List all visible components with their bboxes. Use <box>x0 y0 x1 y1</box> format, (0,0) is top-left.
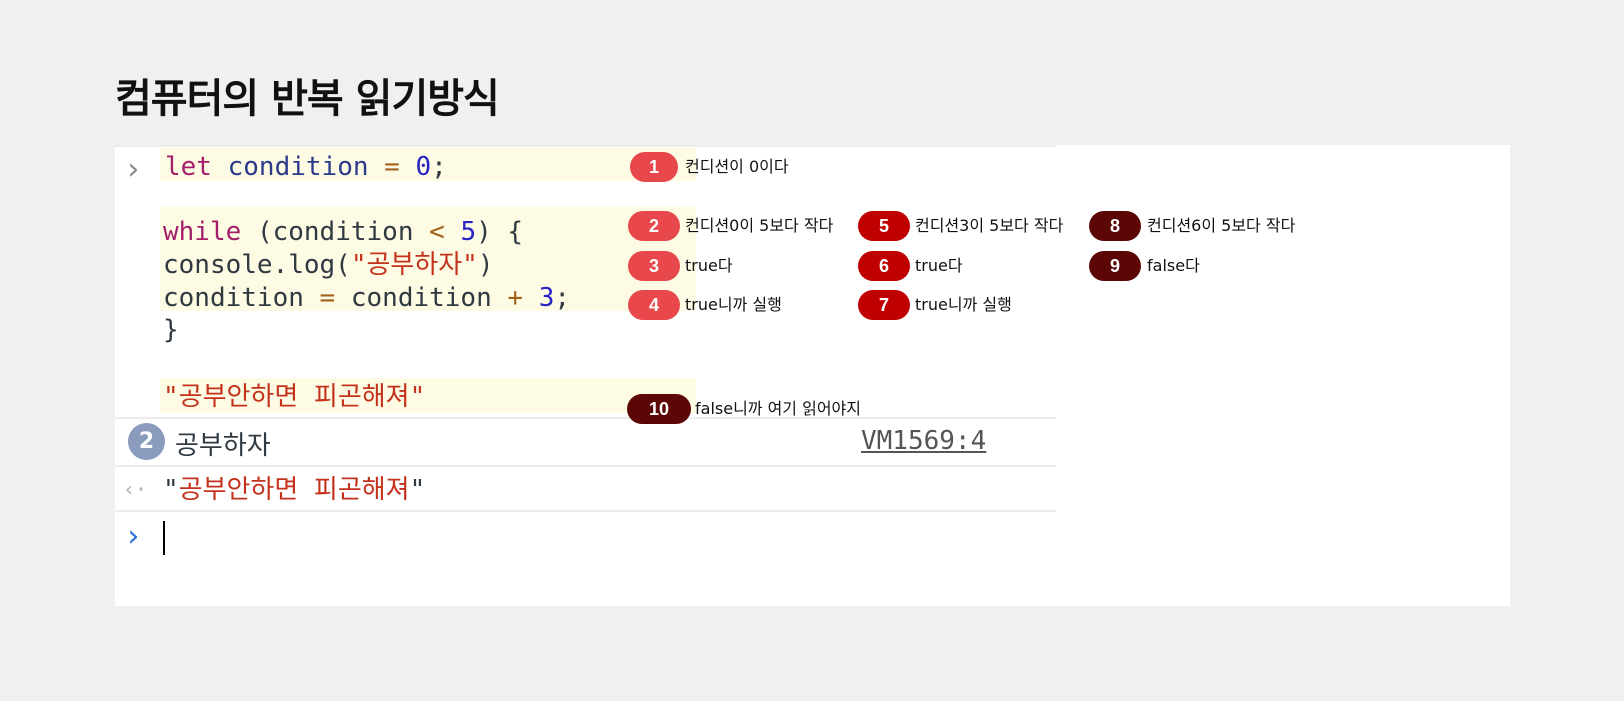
step-badge-10: 10 <box>627 394 691 424</box>
result-string: 공부안하면 피곤해져 <box>178 475 410 505</box>
step-badge-3: 3 <box>628 251 680 281</box>
code-line-1: let condition = 0; <box>165 150 447 184</box>
step-badge-9: 9 <box>1089 251 1141 281</box>
page-title: 컴퓨터의 반복 읽기방식 <box>115 76 500 122</box>
result-quote: " <box>163 475 179 505</box>
code-variable: condition <box>350 283 492 313</box>
result-quote: " <box>409 475 426 505</box>
code-line-6: "공부안하면 피곤해져" <box>163 382 426 412</box>
code-operator: < <box>429 217 445 247</box>
source-link[interactable]: VM1569:4 <box>861 426 986 456</box>
console-input-caret[interactable] <box>163 521 165 555</box>
code-semicolon: ; <box>554 283 571 313</box>
code-semicolon: ; <box>431 152 447 182</box>
step-note-9: false다 <box>1147 256 1200 275</box>
code-paren: ) <box>477 250 494 280</box>
step-note-5: 컨디션3이 5보다 작다 <box>915 216 1064 235</box>
code-variable: condition <box>227 152 369 182</box>
code-operator: = <box>319 283 336 313</box>
divider <box>115 145 1056 147</box>
code-number: 0 <box>415 152 432 182</box>
step-note-1: 컨디션이 0이다 <box>685 157 789 176</box>
step-badge-4: 4 <box>628 290 680 320</box>
step-note-7: true니까 실행 <box>915 295 1012 314</box>
step-note-2: 컨디션0이 5보다 작다 <box>685 216 834 235</box>
step-badge-1: 1 <box>630 152 678 182</box>
code-condition: (condition <box>256 217 414 247</box>
code-number: 5 <box>460 217 477 247</box>
result-value: "공부안하면 피곤해져" <box>163 473 425 507</box>
step-badge-7: 7 <box>858 290 910 320</box>
step-note-3: true다 <box>685 256 733 275</box>
code-keyword: let <box>165 152 212 182</box>
code-brace: ) { <box>476 217 524 247</box>
divider <box>115 417 1056 419</box>
step-note-8: 컨디션6이 5보다 작다 <box>1147 216 1296 235</box>
log-message: 공부하자 <box>175 431 271 461</box>
code-number: 3 <box>538 283 555 313</box>
divider <box>115 510 1056 512</box>
step-note-4: true니까 실행 <box>685 295 782 314</box>
code-operator: = <box>384 152 400 182</box>
divider <box>115 465 1056 467</box>
step-note-6: true다 <box>915 256 963 275</box>
code-variable: condition <box>163 283 304 313</box>
code-line-5: } <box>163 315 179 345</box>
step-badge-8: 8 <box>1089 211 1141 241</box>
step-note-10: false니까 여기 읽어야지 <box>695 399 861 418</box>
active-prompt-icon: › <box>124 519 143 554</box>
log-count-badge: 2 <box>128 423 165 460</box>
code-call: console.log( <box>163 250 351 280</box>
step-badge-5: 5 <box>858 211 910 241</box>
step-badge-6: 6 <box>858 251 910 281</box>
step-badge-2: 2 <box>628 211 680 241</box>
return-prompt-icon: ‹· <box>123 477 148 501</box>
code-line-3: console.log("공부하자") <box>163 248 494 282</box>
code-keyword: while <box>163 217 242 247</box>
input-prompt-icon: › <box>124 152 143 187</box>
code-line-4: condition = condition + 3; <box>163 281 570 315</box>
code-line-2: while (condition < 5) { <box>163 215 523 249</box>
code-operator: + <box>507 283 524 313</box>
code-string: "공부하자" <box>350 250 478 280</box>
